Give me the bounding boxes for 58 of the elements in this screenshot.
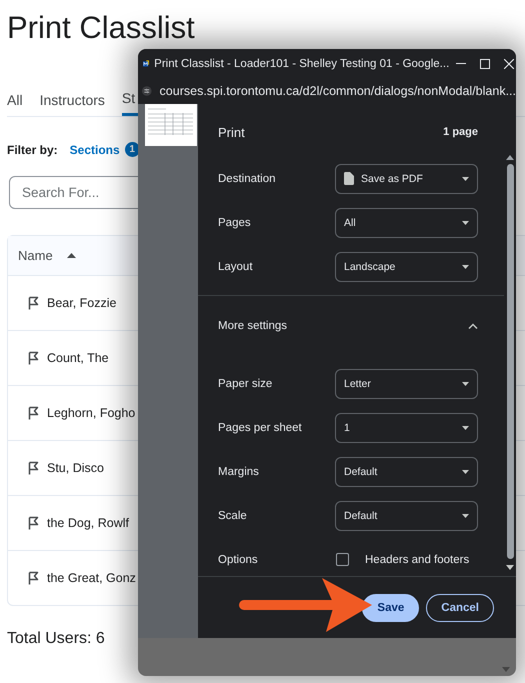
window-title: Print Classlist - Loader101 - Shelley Testing 01 - Google... <box>154 58 450 70</box>
flag-icon[interactable] <box>28 406 39 420</box>
page-thumbnail[interactable] <box>145 104 197 146</box>
student-name: the Dog, Rowlf <box>47 516 129 530</box>
dropdown-caret-icon <box>462 176 469 181</box>
select-field[interactable]: Save as PDF <box>335 164 478 194</box>
scroll-down-icon[interactable] <box>506 564 514 570</box>
setting-label: Paper size <box>218 378 274 390</box>
scroll-up-icon[interactable] <box>506 154 514 160</box>
select-field[interactable]: All <box>335 208 478 238</box>
sort-icon[interactable] <box>66 253 76 258</box>
save-button[interactable]: Save <box>362 594 420 622</box>
setting-label: Pages per sheet <box>218 422 303 434</box>
setting-label: Layout <box>218 260 254 273</box>
scrollbar-thumb[interactable] <box>506 164 514 559</box>
student-name: Leghorn, Fogho <box>47 406 136 420</box>
dropdown-caret-icon <box>462 264 469 269</box>
page-count: 1 page <box>443 126 478 138</box>
setting-label: Margins <box>218 466 260 478</box>
dropdown-caret-icon <box>462 426 469 430</box>
flag-icon[interactable] <box>28 461 39 475</box>
dropdown-caret-icon <box>462 514 469 518</box>
setting-label: Destination <box>218 172 277 185</box>
tab[interactable]: All <box>7 73 40 116</box>
dropdown-caret-icon <box>462 382 469 386</box>
setting-label: Pages <box>218 216 252 229</box>
setting-label: Options <box>218 554 259 566</box>
filter-label: Filter by: <box>7 142 58 156</box>
cancel-button[interactable]: Cancel <box>426 594 494 622</box>
student-name: the Great, Gonz <box>47 571 136 585</box>
maximize-icon[interactable] <box>480 58 490 68</box>
total-users: Total Users: 6 <box>7 630 106 648</box>
student-name: Stu, Disco <box>47 461 104 475</box>
minimize-icon[interactable] <box>456 63 466 64</box>
select-field[interactable]: 1 <box>335 412 478 443</box>
setting-label: Scale <box>218 510 248 522</box>
column-header[interactable]: Name <box>18 248 53 263</box>
document-icon <box>344 172 354 186</box>
close-icon[interactable] <box>504 58 514 68</box>
print-heading: Print <box>218 124 245 140</box>
page-title: Print Classlist <box>7 9 196 47</box>
checkbox-option[interactable]: Headers and footers <box>335 553 470 566</box>
select-field[interactable]: Default <box>335 456 478 487</box>
select-field[interactable]: Landscape <box>335 252 478 282</box>
dropdown-caret-icon <box>462 470 469 474</box>
tab[interactable]: Instructors <box>40 73 122 116</box>
student-name: Bear, Fozzie <box>47 296 116 310</box>
flag-icon[interactable] <box>28 516 39 530</box>
select-field[interactable]: Letter <box>335 368 478 399</box>
flag-icon[interactable] <box>28 296 39 310</box>
flag-icon[interactable] <box>28 571 39 585</box>
checkbox[interactable] <box>336 553 349 566</box>
more-settings-toggle[interactable]: More settings <box>198 296 504 356</box>
student-name: Count, The <box>47 351 109 365</box>
flag-icon[interactable] <box>28 351 39 365</box>
count-badge: 1 <box>124 142 140 157</box>
dropdown-caret-icon <box>462 220 469 225</box>
select-field[interactable]: Default <box>335 500 478 531</box>
